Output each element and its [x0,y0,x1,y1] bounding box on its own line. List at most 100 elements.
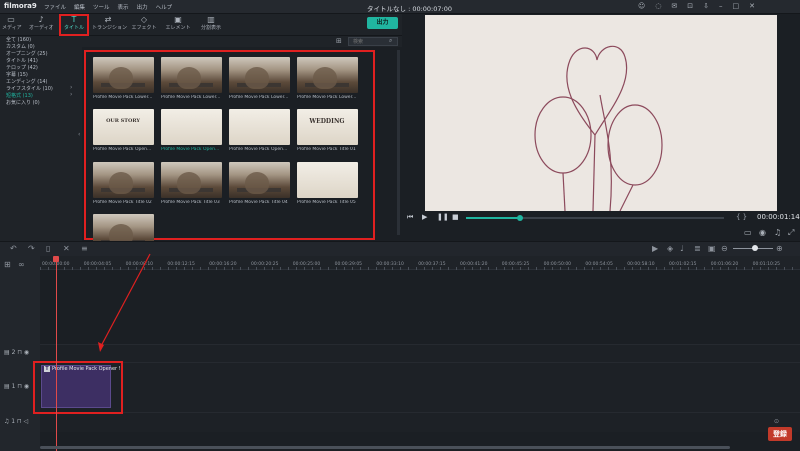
title-thumbnail[interactable]: Profile Movie Pack Title 04 [229,162,290,208]
mixer-icon[interactable]: ≣ [694,244,701,253]
add-track-icon[interactable]: ⊞ [4,260,11,269]
zoom-slider-knob[interactable] [752,245,758,251]
category-favorites[interactable]: お気に入り (0) [6,99,40,106]
clip-highlight-box [33,361,123,414]
tab-audio[interactable]: ♪ オーディオ [29,15,54,35]
menu-tools[interactable]: ツール [93,3,110,11]
title-thumbnail[interactable]: OUR STORY Profile Movie Pack Open... [93,109,154,155]
menu-file[interactable]: ファイル [44,3,66,11]
thumbnail-caption: Profile Movie Pack Title 03 [161,200,220,205]
library-scrollbar[interactable] [397,50,400,235]
maximize-icon[interactable]: □ [733,2,740,10]
menu-edit[interactable]: 編集 [74,3,85,11]
playhead-handle[interactable] [53,256,59,262]
search-icon[interactable]: ⌕ [389,37,392,45]
camera-icon[interactable]: ◉ [759,228,766,237]
undo-icon[interactable]: ↶ [10,244,17,253]
redo-icon[interactable]: ↷ [28,244,35,253]
monitor-icon[interactable]: ▭ [744,228,752,237]
thumbnail-title-band [101,188,145,192]
video-track-2[interactable] [40,344,800,362]
close-icon[interactable]: ✕ [749,2,755,10]
ruler-tick-label: 00:00:20:25 [251,262,279,267]
category-lifestyle[interactable]: ライフスタイル (10) [6,85,53,92]
title-thumbnail[interactable]: Profile Movie Pack Title 05 [297,162,358,208]
adjust-icon[interactable]: ≡ [81,244,88,253]
category-opening[interactable]: オープニング (25) [6,50,48,57]
title-thumbnail[interactable]: Profile Movie Pack Lower... [297,57,358,103]
thumbnail-image [229,162,290,198]
app-logo: filmora9 [4,2,37,10]
mail-icon[interactable]: ✉ [671,2,677,10]
snapshot-icon[interactable]: ▣ [708,244,716,253]
folder-icon: ▭ [7,15,15,24]
thumbnail-title-band [169,188,213,192]
thumbnail-caption: Profile Movie Pack Open... [229,147,288,152]
effects-icon: ◇ [140,15,148,24]
export-button[interactable]: 出力 [367,17,398,29]
chevron-right-icon[interactable]: › [70,84,72,91]
category-all[interactable]: 全て (160) [6,36,31,43]
cut-icon[interactable]: ✕ [63,244,70,253]
tab-transitions-label: トランジション [92,25,128,31]
title-thumbnail[interactable]: Profile Movie Pack Lower... [161,57,222,103]
zoom-in-icon[interactable]: ⊕ [776,244,783,253]
bulb-icon[interactable]: ◌ [655,2,661,10]
tab-transitions[interactable]: ⇄ トランジション [92,15,128,35]
category-title[interactable]: タイトル (41) [6,57,38,64]
play-icon[interactable]: ▶ [422,213,427,221]
menu-help[interactable]: ヘルプ [156,3,173,11]
category-list: 全て (160) カスタム (0) オープニング (25) タイトル (41) … [0,36,82,241]
minimize-icon[interactable]: – [719,2,723,10]
tab-effects[interactable]: ◇ エフェクト [130,15,158,35]
volume-icon[interactable]: ♫ [774,228,781,237]
ruler-tick-label: 00:00:08:10 [125,262,154,267]
title-thumbnail[interactable]: Profile Movie Pack Open... [229,109,290,155]
tab-split-screen[interactable]: ▥ 分割表示 [198,15,224,35]
category-subtitle[interactable]: 字幕 (15) [6,71,28,78]
mic-icon[interactable]: ♩ [680,244,684,253]
mark-in-out[interactable]: { } [736,213,747,221]
pause-icon[interactable]: ❚❚ [437,213,449,221]
title-thumbnail[interactable]: Profile Movie Pack Lower... [93,57,154,103]
title-thumbnail[interactable]: Profile Movie Pack Lower... [229,57,290,103]
thumbnail-caption: Profile Movie Pack Title 02 [93,200,152,205]
thumbnail-image [161,57,222,93]
category-ending[interactable]: エンディング (14) [6,78,48,85]
tab-media[interactable]: ▭ メディア [2,15,22,35]
zoom-out-icon[interactable]: ⊖ [721,244,728,253]
cart-icon[interactable]: ⊡ [687,2,693,10]
audio-track-1[interactable] [40,412,800,432]
category-custom[interactable]: カスタム (0) [6,43,35,50]
video-track-1[interactable] [40,362,800,412]
subscribe-badge[interactable]: 登録 [768,427,792,441]
title-thumbnail[interactable]: Profile Movie Pack Title 03 [161,162,222,208]
marker-icon[interactable]: ◈ [667,244,673,253]
menu-bar: ファイル 編集 ツール 表示 出力 ヘルプ [44,3,172,11]
playhead-line[interactable] [55,260,57,451]
category-short[interactable]: 短格式 (13) [6,92,33,99]
title-thumbnail[interactable]: WEDDING Profile Movie Pack Title 01 [297,109,358,155]
grid-view-icon[interactable]: ⊞ [336,37,344,45]
link-icon[interactable]: ∞ [18,260,25,269]
user-icon[interactable]: ☺ [638,2,645,10]
chevron-right-icon[interactable]: › [70,91,72,98]
render-icon[interactable]: ▶ [652,244,658,253]
library-toolbar: ▭ メディア ♪ オーディオ T タイトル ⇄ トランジション ◇ エフェクト … [0,14,402,36]
collapse-panel-icon[interactable]: ‹ [78,131,80,138]
menu-view[interactable]: 表示 [118,3,129,11]
timeline-scrollbar[interactable] [40,446,730,449]
delete-icon[interactable]: ▯ [46,244,50,253]
title-thumbnail[interactable]: Profile Movie Pack Title 02 [93,162,154,208]
tab-titles[interactable]: T タイトル [59,14,89,36]
title-thumbnail[interactable]: Profile Movie Pack Open... [161,109,222,155]
tab-elements[interactable]: ▣ エレメント [164,15,192,35]
fit-icon[interactable]: ⊙ [774,418,779,425]
ruler-tick-label: 00:00:45:25 [501,262,530,267]
category-lower-third[interactable]: テロップ (42) [6,64,38,71]
download-icon[interactable]: ⇩ [703,2,709,10]
menu-export[interactable]: 出力 [137,3,148,11]
stop-icon[interactable]: ■ [452,213,459,221]
skip-back-icon[interactable]: ⏮ [407,213,413,222]
fullscreen-icon[interactable]: ⤢ [788,228,794,238]
